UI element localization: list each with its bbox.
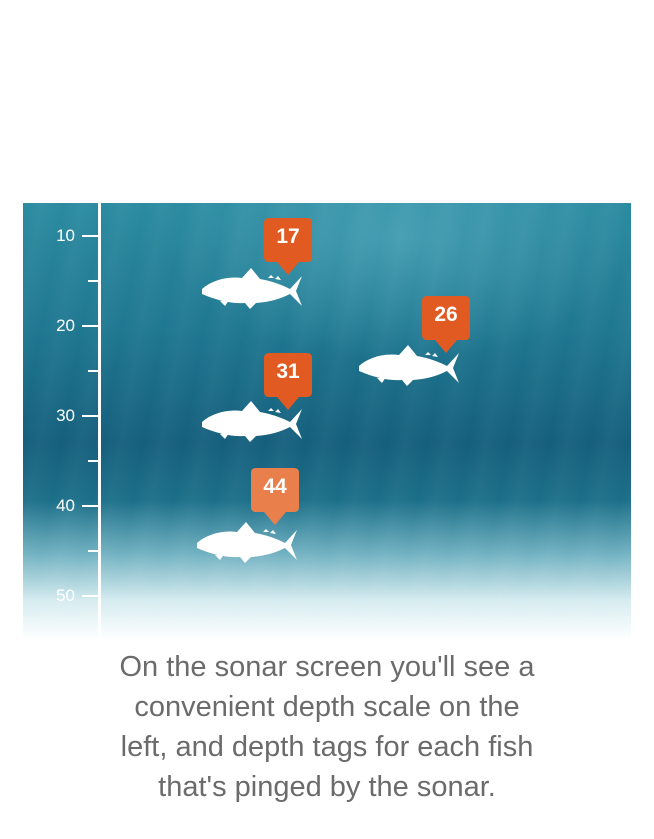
- depth-tag: 31: [264, 353, 312, 412]
- depth-scale-axis: [98, 203, 101, 640]
- depth-tag-value: 31: [276, 360, 300, 383]
- depth-tag-value: 26: [434, 303, 458, 326]
- caption-line: left, and depth tags for each fish: [120, 731, 534, 763]
- depth-tag-value: 17: [276, 225, 300, 248]
- depth-tick-50: [82, 595, 99, 597]
- depth-tag: 26: [422, 296, 470, 355]
- depth-tick-minor: [88, 550, 99, 552]
- depth-tick-minor: [88, 280, 99, 282]
- sonar-screen: 10 20 30 40 50 17 26 31 44: [23, 203, 631, 640]
- depth-tick-30: [82, 415, 99, 417]
- depth-tag-value: 44: [263, 475, 287, 498]
- depth-tick-minor: [88, 370, 99, 372]
- fish-icon: [193, 521, 299, 567]
- caption-line: that's pinged by the sonar.: [158, 771, 496, 803]
- caption-line: On the sonar screen you'll see a: [119, 651, 535, 683]
- depth-tick-40: [82, 505, 99, 507]
- depth-tick-10: [82, 235, 99, 237]
- depth-tick-minor: [88, 460, 99, 462]
- depth-label: 50: [56, 586, 75, 605]
- depth-label: 30: [56, 406, 75, 425]
- depth-label: 20: [56, 316, 75, 335]
- depth-label: 40: [56, 496, 75, 515]
- depth-tag: 17: [264, 218, 312, 277]
- depth-tick-20: [82, 325, 99, 327]
- caption-line: convenient depth scale on the: [134, 691, 520, 723]
- light-rays: [23, 203, 631, 640]
- depth-label: 10: [56, 226, 75, 245]
- depth-tag: 44: [251, 468, 299, 527]
- caption-text: On the sonar screen you'll see a conveni…: [20, 647, 634, 807]
